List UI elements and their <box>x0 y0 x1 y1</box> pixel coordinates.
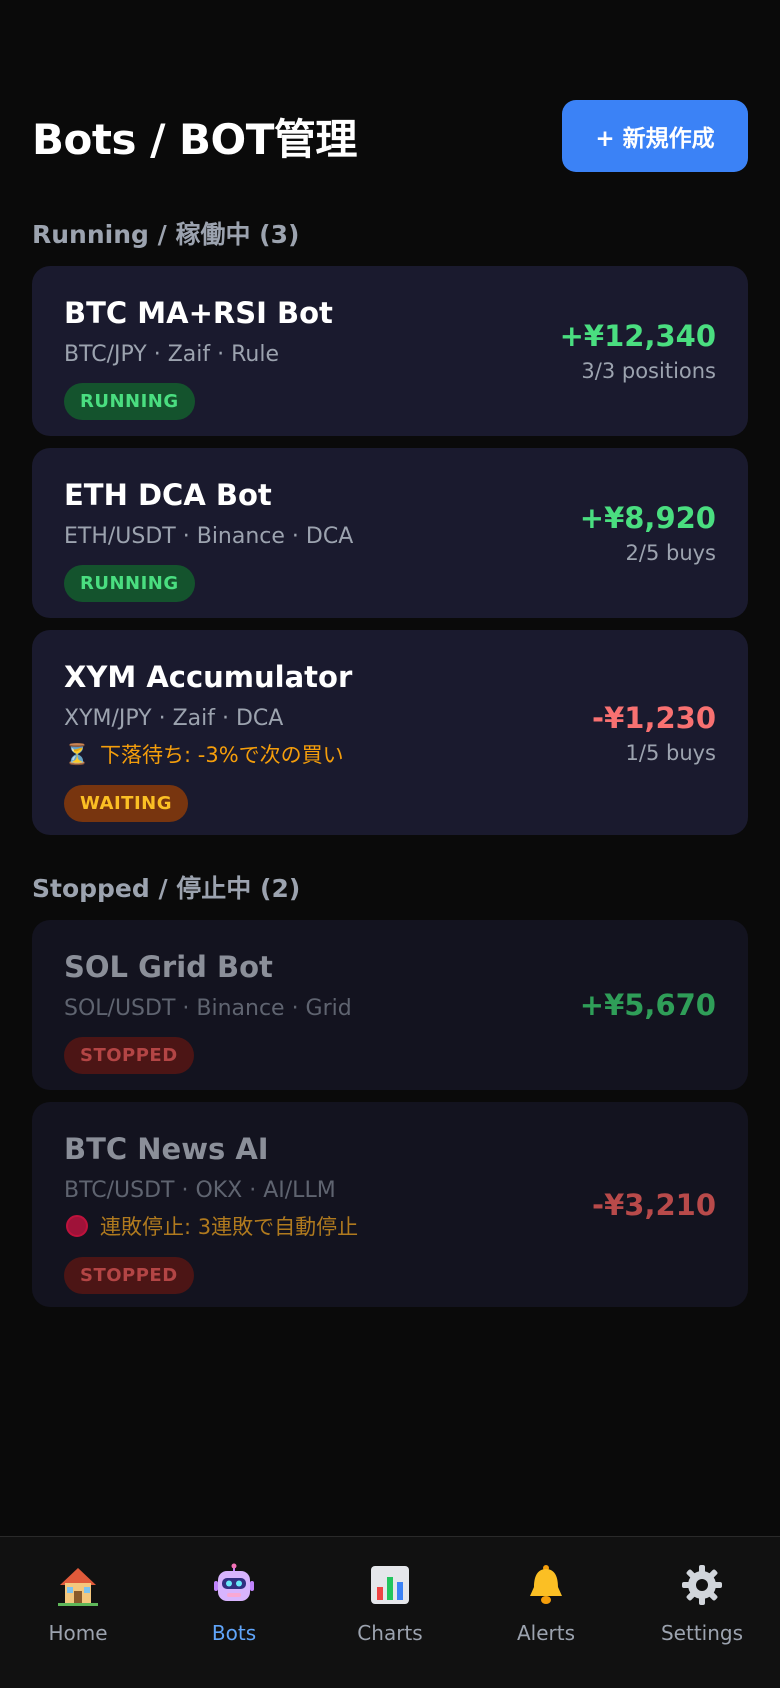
nav-label: Charts <box>357 1621 423 1645</box>
bot-note-text: 連敗停止: 3連敗で自動停止 <box>100 1215 359 1239</box>
nav-item-alerts[interactable]: Alerts <box>468 1537 624 1688</box>
bot-name: ETH DCA Bot <box>64 478 272 512</box>
nav-label: Bots <box>211 1621 257 1645</box>
bot-stats: +¥5,670 <box>580 988 716 1022</box>
bot-card[interactable]: XYM Accumulator XYM/JPY · Zaif · DCA ⏳ 下… <box>32 630 748 835</box>
new-bot-button[interactable]: + 新規作成 <box>562 100 748 172</box>
bot-meta: SOL/USDT · Binance · Grid <box>64 996 352 1021</box>
bot-name: SOL Grid Bot <box>64 950 273 984</box>
nav-item-home[interactable]: Home <box>0 1537 156 1688</box>
bot-meta: XYM/JPY · Zaif · DCA <box>64 706 284 731</box>
bots-screen: Bots / BOT管理 + 新規作成 Running / 稼働中 (3) BT… <box>0 0 780 1688</box>
status-badge: RUNNING <box>64 383 195 420</box>
bot-stats: -¥3,210 <box>592 1188 716 1222</box>
bot-pnl: -¥1,230 <box>592 700 716 735</box>
bot-meta: BTC/JPY · Zaif · Rule <box>64 342 279 367</box>
section-title-stopped: Stopped / 停止中 (2) <box>32 874 301 903</box>
gear-icon <box>680 1563 724 1607</box>
status-badge: STOPPED <box>64 1257 194 1294</box>
header: Bots / BOT管理 + 新規作成 <box>32 100 748 172</box>
bot-pnl: +¥8,920 <box>579 501 716 535</box>
bot-pnl: -¥3,210 <box>592 1187 716 1222</box>
bell-icon <box>524 1563 568 1607</box>
chart-icon <box>368 1563 412 1607</box>
status-badge: RUNNING <box>64 565 195 602</box>
bot-card[interactable]: BTC MA+RSI Bot BTC/JPY · Zaif · Rule RUN… <box>32 266 748 436</box>
stop-icon <box>64 1215 90 1237</box>
bot-buys: 2/5 buys <box>625 541 716 565</box>
bot-name: BTC News AI <box>64 1132 269 1166</box>
robot-icon <box>212 1563 256 1607</box>
bot-meta: ETH/USDT · Binance · DCA <box>64 524 354 549</box>
section-title-running: Running / 稼働中 (3) <box>32 220 300 249</box>
bot-card[interactable]: BTC News AI BTC/USDT · OKX · AI/LLM 連敗停止… <box>32 1102 748 1307</box>
bot-positions: 3/3 positions <box>581 359 716 383</box>
nav-item-charts[interactable]: Charts <box>312 1537 468 1688</box>
bot-card[interactable]: SOL Grid Bot SOL/USDT · Binance · Grid S… <box>32 920 748 1090</box>
bot-info: SOL Grid Bot SOL/USDT · Binance · Grid S… <box>64 950 352 1074</box>
bot-meta: BTC/USDT · OKX · AI/LLM <box>64 1178 336 1203</box>
bottom-nav: Home Bots Charts Alerts Settings <box>0 1536 780 1688</box>
bot-pnl: +¥5,670 <box>579 988 716 1022</box>
page-title: Bots / BOT管理 <box>32 114 357 164</box>
nav-label: Alerts <box>516 1621 576 1645</box>
bot-info: ETH DCA Bot ETH/USDT · Binance · DCA RUN… <box>64 478 353 602</box>
nav-label: Home <box>48 1621 108 1645</box>
bot-info: BTC MA+RSI Bot BTC/JPY · Zaif · Rule RUN… <box>64 296 333 420</box>
nav-item-bots[interactable]: Bots <box>156 1537 312 1688</box>
bot-note: ⏳ 下落待ち: -3%で次の買い <box>64 739 352 769</box>
nav-label: Settings <box>660 1621 744 1645</box>
status-badge: WAITING <box>64 785 188 822</box>
bot-buys: 1/5 buys <box>625 740 716 765</box>
bot-name: XYM Accumulator <box>64 660 353 694</box>
home-icon <box>56 1563 100 1607</box>
bot-stats: -¥1,230 1/5 buys <box>592 701 716 765</box>
bot-stats: +¥12,340 3/3 positions <box>560 319 716 383</box>
bot-note: 連敗停止: 3連敗で自動停止 <box>64 1211 358 1241</box>
hourglass-icon: ⏳ <box>64 742 90 766</box>
bot-name: BTC MA+RSI Bot <box>64 296 333 330</box>
status-badge: STOPPED <box>64 1037 194 1074</box>
bot-stats: +¥8,920 2/5 buys <box>580 501 716 565</box>
bot-info: XYM Accumulator XYM/JPY · Zaif · DCA ⏳ 下… <box>64 660 352 822</box>
bot-note-text: 下落待ち: -3%で次の買い <box>100 743 344 767</box>
bot-card[interactable]: ETH DCA Bot ETH/USDT · Binance · DCA RUN… <box>32 448 748 618</box>
nav-item-settings[interactable]: Settings <box>624 1537 780 1688</box>
bot-pnl: +¥12,340 <box>559 319 716 353</box>
bot-info: BTC News AI BTC/USDT · OKX · AI/LLM 連敗停止… <box>64 1132 358 1294</box>
